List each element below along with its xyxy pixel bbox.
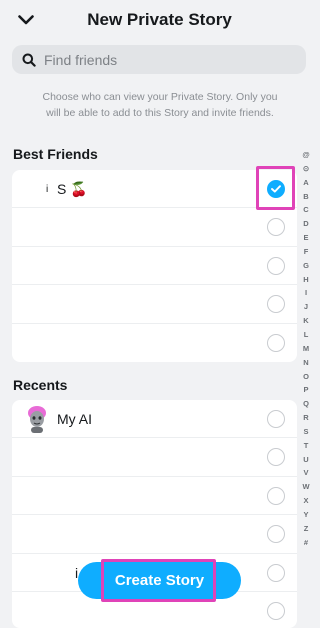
friend-name: My AI bbox=[57, 411, 93, 427]
alpha-index-letter[interactable]: N bbox=[303, 356, 308, 370]
alpha-index-letter[interactable]: R bbox=[303, 411, 308, 425]
button-highlight bbox=[101, 559, 216, 602]
alpha-index-letter[interactable]: K bbox=[303, 314, 308, 328]
header: New Private Story bbox=[0, 0, 319, 42]
search-bar[interactable] bbox=[12, 45, 306, 74]
friend-row[interactable] bbox=[12, 285, 297, 324]
alpha-index-letter[interactable]: S bbox=[303, 425, 308, 439]
friend-checkbox[interactable] bbox=[267, 486, 285, 505]
alpha-index-letter[interactable]: X bbox=[303, 494, 308, 508]
alpha-index-letter[interactable]: F bbox=[304, 245, 309, 259]
alphabet-index[interactable]: @ ⊙ A B C D E F G H I J K L M N O P Q R S T U V W X Y Z # bbox=[300, 148, 312, 549]
friend-checkbox[interactable] bbox=[267, 410, 285, 428]
alpha-index-letter[interactable]: W bbox=[302, 480, 309, 494]
friend-checkbox[interactable] bbox=[267, 333, 285, 352]
selection-highlight bbox=[256, 166, 295, 210]
friend-checkbox[interactable] bbox=[267, 218, 285, 237]
alpha-index-letter[interactable]: Q bbox=[303, 397, 309, 411]
friend-row[interactable] bbox=[12, 208, 297, 247]
alpha-index-letter[interactable]: M bbox=[303, 342, 309, 356]
alpha-index-letter[interactable]: @ bbox=[302, 148, 309, 162]
friend-row[interactable] bbox=[12, 477, 297, 516]
friend-row[interactable] bbox=[12, 247, 297, 286]
friend-name: S 🍒 bbox=[57, 181, 88, 197]
best-friends-list: i S 🍒 bbox=[12, 170, 297, 362]
friend-row[interactable]: My AI bbox=[12, 400, 297, 439]
alpha-index-letter[interactable]: H bbox=[303, 273, 308, 287]
best-friends-heading: Best Friends bbox=[13, 146, 98, 162]
alpha-index-letter[interactable]: U bbox=[303, 453, 308, 467]
friend-checkbox[interactable] bbox=[267, 525, 285, 544]
alpha-index-letter[interactable]: Z bbox=[304, 522, 309, 536]
alpha-index-letter[interactable]: D bbox=[303, 217, 308, 231]
alpha-index-letter[interactable]: A bbox=[303, 176, 308, 190]
friend-row[interactable] bbox=[12, 438, 297, 477]
alpha-index-letter[interactable]: L bbox=[304, 328, 309, 342]
alpha-index-letter[interactable]: ⊙ bbox=[303, 162, 309, 176]
friend-prefix: i bbox=[46, 184, 49, 195]
friend-checkbox[interactable] bbox=[267, 256, 285, 275]
friend-checkbox[interactable] bbox=[267, 295, 285, 314]
friend-checkbox[interactable] bbox=[267, 601, 285, 620]
bitmoji-avatar bbox=[25, 405, 49, 433]
alpha-index-letter[interactable]: B bbox=[303, 190, 308, 204]
alpha-index-letter[interactable]: I bbox=[305, 286, 307, 300]
alpha-index-letter[interactable]: E bbox=[303, 231, 308, 245]
search-input[interactable] bbox=[44, 51, 284, 68]
privacy-description: Choose who can view your Private Story. … bbox=[42, 91, 278, 119]
alpha-index-letter[interactable]: O bbox=[303, 370, 309, 384]
alpha-index-letter[interactable]: G bbox=[303, 259, 309, 273]
search-icon bbox=[22, 53, 36, 67]
alpha-index-letter[interactable]: # bbox=[304, 536, 308, 550]
friend-row[interactable] bbox=[12, 324, 297, 362]
friend-checkbox[interactable] bbox=[267, 563, 285, 582]
friend-row[interactable]: i S 🍒 bbox=[12, 170, 297, 209]
alpha-index-letter[interactable]: P bbox=[303, 383, 308, 397]
alpha-index-letter[interactable]: V bbox=[303, 466, 308, 480]
alpha-index-letter[interactable]: T bbox=[304, 439, 309, 453]
recents-heading: Recents bbox=[13, 377, 68, 393]
friend-row[interactable] bbox=[12, 515, 297, 554]
alpha-index-letter[interactable]: J bbox=[304, 300, 308, 314]
alpha-index-letter[interactable]: Y bbox=[303, 508, 308, 522]
alpha-index-letter[interactable]: C bbox=[303, 203, 308, 217]
friend-checkbox[interactable] bbox=[267, 448, 285, 467]
page-title: New Private Story bbox=[87, 10, 232, 29]
